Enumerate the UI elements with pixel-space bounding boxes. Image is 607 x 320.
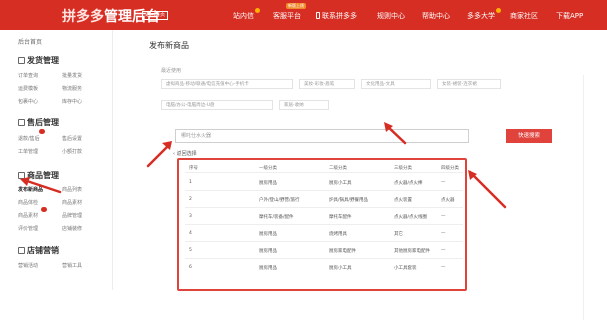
- arrow-to-search-line: [146, 142, 172, 168]
- arrow-to-table-line: [468, 170, 507, 209]
- annotation-arrows: [20, 122, 507, 209]
- arrow-to-sidebar-line: [22, 178, 62, 194]
- arrow-head-icon: [20, 177, 30, 186]
